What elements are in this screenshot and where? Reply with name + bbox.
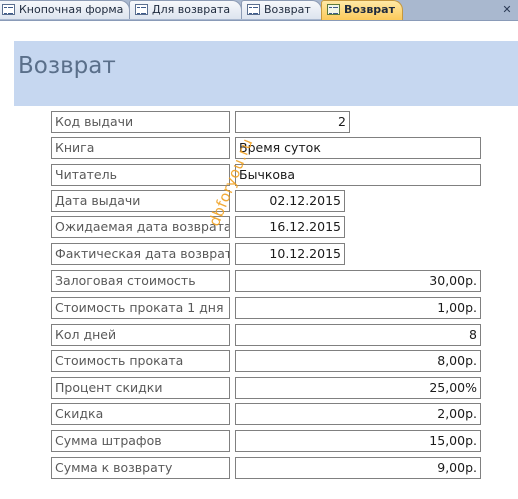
discount-field[interactable]: 2,00р.	[235, 403, 481, 425]
close-icon[interactable]: ✕	[500, 3, 514, 16]
rental-cost-field[interactable]: 8,00р.	[235, 350, 481, 372]
issue-date-label: Дата выдачи	[51, 190, 230, 212]
expected-return-date-label: Ожидаемая дата возврата	[51, 216, 230, 238]
book-field[interactable]: Время суток	[235, 137, 481, 159]
document-tab-strip: Кнопочная форма Для возврата Возврат Воз…	[0, 0, 518, 21]
discount-percent-field[interactable]: 25,00%	[235, 377, 481, 399]
expected-return-date-field[interactable]: 16.12.2015	[235, 216, 345, 238]
issue-date-field[interactable]: 02.12.2015	[235, 190, 345, 212]
deposit-label: Залоговая стоимость	[51, 270, 230, 292]
tab-return-active[interactable]: Возврат	[321, 0, 403, 20]
discount-label: Скидка	[51, 403, 230, 425]
discount-percent-label: Процент скидки	[51, 377, 230, 399]
tab-label: Кнопочная форма	[19, 3, 124, 16]
rental-cost-label: Стоимость проката	[51, 350, 230, 372]
form-title: Возврат	[18, 53, 116, 79]
form-icon	[2, 4, 15, 15]
refund-label: Сумма к возврату	[51, 457, 230, 479]
tab-button-form[interactable]: Кнопочная форма	[0, 0, 130, 19]
days-label: Кол дней	[51, 324, 230, 346]
refund-field[interactable]: 9,00р.	[235, 457, 481, 479]
actual-return-date-label: Фактическая дата возврата	[51, 243, 230, 265]
daily-rate-label: Стоимость проката 1 дня	[51, 297, 230, 319]
fines-field[interactable]: 15,00р.	[235, 430, 481, 452]
fines-label: Сумма штрафов	[51, 430, 230, 452]
reader-label: Читатель	[51, 164, 230, 186]
deposit-field[interactable]: 30,00р.	[235, 270, 481, 292]
issue-code-field[interactable]: 2	[235, 111, 350, 133]
form-icon	[135, 4, 148, 15]
book-label: Книга	[51, 137, 230, 159]
form-icon	[247, 4, 260, 15]
daily-rate-field[interactable]: 1,00р.	[235, 297, 481, 319]
form-header: Возврат	[14, 41, 518, 106]
tab-label: Для возврата	[152, 3, 231, 16]
reader-field[interactable]: Бычкова	[235, 164, 481, 186]
issue-code-label: Код выдачи	[51, 111, 230, 133]
tab-return[interactable]: Возврат	[241, 0, 322, 19]
tab-label: Возврат	[264, 3, 311, 16]
actual-return-date-field[interactable]: 10.12.2015	[235, 243, 345, 265]
tab-label: Возврат	[344, 3, 395, 16]
form-icon	[327, 4, 340, 15]
days-field[interactable]: 8	[235, 324, 481, 346]
tab-for-return[interactable]: Для возврата	[129, 0, 242, 19]
